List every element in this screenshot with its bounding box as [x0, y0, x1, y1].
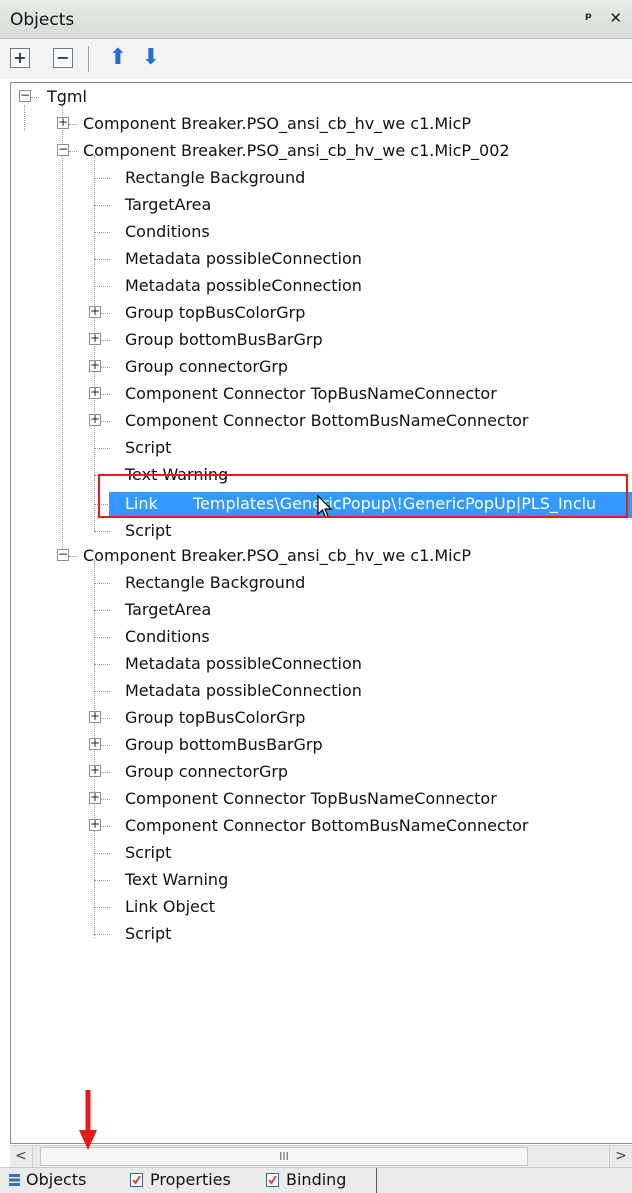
tree-node-label: TargetArea [125, 195, 212, 214]
tree-node-root[interactable]: − Tgml [11, 84, 611, 110]
tab-properties[interactable]: Properties [130, 1168, 260, 1193]
tree-line [62, 105, 63, 555]
expand-icon[interactable]: + [57, 116, 69, 129]
tree-node-label: Conditions [125, 222, 210, 241]
scroll-left-button[interactable]: < [10, 1146, 33, 1167]
expand-icon[interactable]: + [89, 359, 101, 372]
tree-node-component[interactable]: − Component Breaker.PSO_ansi_cb_hv_we c1… [11, 543, 611, 569]
tree-node-label: Group connectorGrp [125, 357, 289, 376]
panel-title: Objects [10, 10, 75, 30]
move-down-icon[interactable]: ⬇ [141, 47, 161, 69]
objects-icon [9, 1174, 20, 1186]
tree-node-label: Group bottomBusBarGrp [125, 735, 323, 754]
collapse-icon[interactable]: − [57, 143, 69, 156]
annotation-arrow-icon [79, 1090, 97, 1150]
tree-node-label: Component Connector TopBusNameConnector [125, 384, 497, 403]
tree-node-label: Component Connector TopBusNameConnector [125, 789, 497, 808]
panel-title-bar: Objects ᵖ ✕ [0, 0, 632, 39]
tab-properties-label: Properties [150, 1170, 231, 1189]
tab-objects-label: Objects [26, 1170, 87, 1189]
tree-node-label: Script [125, 924, 172, 943]
expand-icon[interactable]: + [89, 818, 101, 831]
tree-node-label: Group topBusColorGrp [125, 708, 306, 727]
tree-node-label: Group topBusColorGrp [125, 303, 306, 322]
tree-node-label: Component Connector BottomBusNameConnect… [125, 816, 529, 835]
tab-objects[interactable]: Objects [6, 1168, 116, 1193]
expand-icon[interactable]: + [89, 413, 101, 426]
tree-node-label: Conditions [125, 627, 210, 646]
tree-node-label: Metadata possibleConnection [125, 276, 362, 295]
tree-node-label: Link Object [125, 897, 215, 916]
toolbar: + − ⬆ ⬇ [0, 39, 632, 79]
tree-node-label: Script [125, 521, 172, 540]
highlight-box [98, 474, 628, 518]
expand-icon[interactable]: + [89, 332, 101, 345]
tree-node-label: Script [125, 843, 172, 862]
collapse-all-button[interactable]: − [53, 48, 73, 68]
expand-icon[interactable]: + [89, 305, 101, 318]
expand-icon[interactable]: + [89, 737, 101, 750]
tab-strip: Objects Properties Binding [0, 1167, 632, 1193]
tree-node-label: Component Connector BottomBusNameConnect… [125, 411, 529, 430]
object-tree[interactable]: − Tgml + Component Breaker.PSO_ansi_cb_h… [10, 82, 632, 1144]
properties-icon [130, 1173, 143, 1187]
tab-binding[interactable]: Binding [266, 1168, 377, 1193]
tree-node-label: Component Breaker.PSO_ansi_cb_hv_we c1.M… [83, 141, 510, 160]
tree-node-label: Group bottomBusBarGrp [125, 330, 323, 349]
tree-node-label: Group connectorGrp [125, 762, 289, 781]
tree-node-label: Metadata possibleConnection [125, 654, 362, 673]
tree-node-label: TargetArea [125, 600, 212, 619]
tree-node-label: Metadata possibleConnection [125, 249, 362, 268]
expand-icon[interactable]: + [89, 764, 101, 777]
collapse-icon[interactable]: − [57, 548, 69, 561]
tree-node-label: Tgml [47, 87, 87, 106]
expand-icon[interactable]: + [89, 710, 101, 723]
expand-icon[interactable]: + [89, 386, 101, 399]
tree-node-component[interactable]: − Component Breaker.PSO_ansi_cb_hv_we c1… [11, 138, 611, 164]
tree-node-label: Metadata possibleConnection [125, 681, 362, 700]
tree-node-component[interactable]: + Component Breaker.PSO_ansi_cb_hv_we c1… [11, 111, 611, 137]
pin-close-buttons[interactable]: ᵖ ✕ [585, 9, 628, 27]
tab-binding-label: Binding [286, 1170, 347, 1189]
expand-icon[interactable]: + [89, 791, 101, 804]
horizontal-scrollbar[interactable]: < III > [10, 1145, 632, 1167]
tree-node-label: Script [125, 438, 172, 457]
move-up-icon[interactable]: ⬆ [108, 47, 128, 69]
expand-all-button[interactable]: + [10, 48, 30, 68]
collapse-icon[interactable]: − [19, 89, 31, 102]
tree-node-label: Component Breaker.PSO_ansi_cb_hv_we c1.M… [83, 114, 472, 133]
scrollbar-thumb[interactable]: III [40, 1147, 528, 1166]
scroll-right-button[interactable]: > [609, 1146, 632, 1167]
toolbar-separator [88, 46, 89, 72]
tree-node-label: Rectangle Background [125, 573, 306, 592]
binding-icon [266, 1173, 279, 1187]
tree-node-label: Component Breaker.PSO_ansi_cb_hv_we c1.M… [83, 546, 472, 565]
tree-node-label: Text Warning [125, 870, 229, 889]
tree-node-label: Rectangle Background [125, 168, 306, 187]
